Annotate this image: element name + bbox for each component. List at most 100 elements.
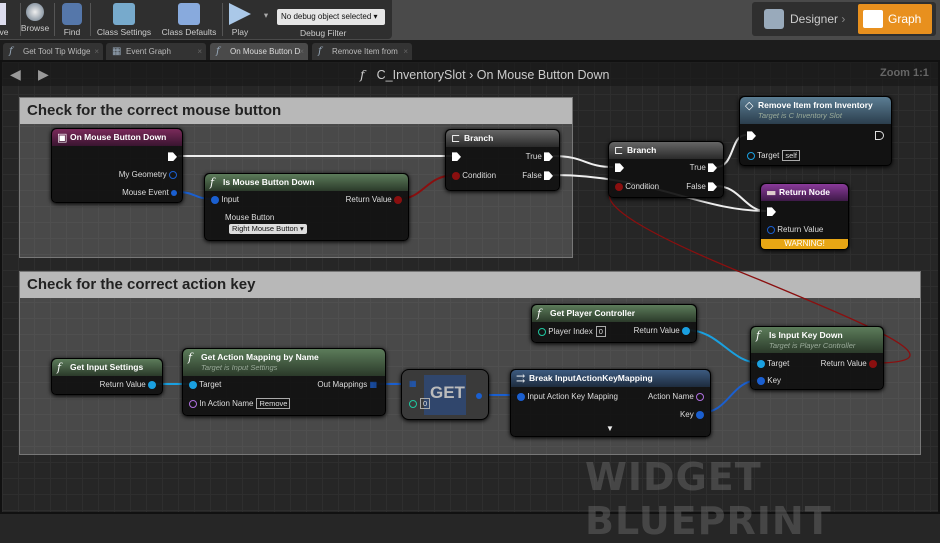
pin-target[interactable]: Target xyxy=(189,380,221,389)
document-tabs: f Get Tool Tip Widge × ▦ Event Graph × f On M… xyxy=(0,40,940,60)
designer-mode-button[interactable]: Designer › xyxy=(760,6,848,32)
pin-player-index[interactable]: Player Index 0 xyxy=(538,326,606,337)
node-branch-2[interactable]: ⊏ Branch True Condition False xyxy=(608,141,724,198)
exec-out-pin[interactable] xyxy=(168,152,177,162)
mouse-button-dropdown[interactable]: Right Mouse Button ▾ xyxy=(229,224,307,234)
node-header: ▣ On Mouse Button Down xyxy=(52,129,182,146)
function-icon: f xyxy=(318,46,322,57)
pin-key[interactable]: Key xyxy=(757,376,781,385)
tab-remove-item-from[interactable]: f Remove Item from × xyxy=(312,43,412,60)
pin-condition[interactable]: Condition xyxy=(615,182,659,191)
function-icon: f xyxy=(210,176,215,189)
back-arrow-icon[interactable]: ◀ xyxy=(10,66,21,83)
pin-return-value[interactable]: Return Value xyxy=(767,225,823,234)
function-icon: f xyxy=(537,307,542,320)
designer-icon xyxy=(764,9,784,29)
node-on-mouse-button-down[interactable]: ▣ On Mouse Button Down My Geometry Mouse … xyxy=(51,128,183,203)
tab-get-tool-tip-widget[interactable]: f Get Tool Tip Widge × xyxy=(3,43,103,60)
pin-key[interactable]: Key xyxy=(680,410,704,419)
node-array-get[interactable]: GET ▦ 0 xyxy=(401,369,489,420)
node-return[interactable]: ▬ Return Node Return Value WARNING! xyxy=(760,183,849,250)
node-is-input-key-down[interactable]: f Is Input Key Down Target is Player Contr… xyxy=(750,326,884,390)
binoculars-icon xyxy=(62,3,82,25)
node-get-player-controller[interactable]: f Get Player Controller Player Index 0 Ret… xyxy=(531,304,697,343)
close-icon[interactable]: × xyxy=(94,43,99,60)
comment-title: Check for the correct mouse button xyxy=(20,98,572,124)
breadcrumb: f C_InventorySlot › On Mouse Button Down xyxy=(360,67,610,82)
node-header: ▬ Return Node xyxy=(761,184,848,201)
exec-out-pin[interactable] xyxy=(875,131,884,141)
pin-action-name[interactable]: Action Name xyxy=(648,392,704,401)
breadcrumb-class[interactable]: C_InventorySlot xyxy=(377,68,466,82)
node-is-mouse-button-down[interactable]: f Is Mouse Button Down Input Return Value… xyxy=(204,173,409,241)
pin-out-mappings[interactable]: Out Mappings ▦ xyxy=(317,380,377,389)
zoom-level: Zoom 1:1 xyxy=(880,67,929,79)
pin-input[interactable]: Input xyxy=(211,195,239,204)
node-remove-item-from-inventory[interactable]: ◇ Remove Item from Inventory Target is C I… xyxy=(739,96,892,166)
play-icon xyxy=(229,3,251,25)
pin-mouse-button-label: Mouse Button xyxy=(225,213,275,222)
node-header: f Get Player Controller xyxy=(532,305,696,322)
exec-in-pin[interactable] xyxy=(452,152,461,162)
function-icon: f xyxy=(188,351,193,364)
expand-chevron-icon[interactable]: ▼ xyxy=(606,424,614,433)
play-options-dropdown[interactable]: ▾ xyxy=(260,10,272,20)
find-button[interactable]: Find xyxy=(58,0,86,39)
exec-in-pin[interactable] xyxy=(615,163,624,173)
pin-target[interactable]: Target xyxy=(757,359,789,368)
pin-condition[interactable]: Condition xyxy=(452,171,496,180)
function-icon: f xyxy=(756,329,761,342)
pin-array[interactable]: ▦ xyxy=(409,379,417,388)
debug-object-select[interactable]: No debug object selected ▾ xyxy=(277,9,385,25)
save-button[interactable]: ve xyxy=(0,0,16,39)
node-break-input-action-key-mapping[interactable]: ⇉ Break InputActionKeyMapping Input Actio… xyxy=(510,369,711,437)
forward-arrow-icon[interactable]: ▶ xyxy=(38,66,49,83)
node-get-input-settings[interactable]: f Get Input Settings Return Value xyxy=(51,358,163,395)
function-icon: f xyxy=(216,46,220,57)
pin-return-value[interactable]: Return Value xyxy=(821,359,877,368)
divider xyxy=(90,3,91,36)
pin-false[interactable]: False xyxy=(686,182,717,192)
function-icon: f xyxy=(57,361,62,374)
pin-return-value[interactable]: Return Value xyxy=(346,195,402,204)
node-get-action-mapping-by-name[interactable]: f Get Action Mapping by Name Target is Inp… xyxy=(182,348,386,416)
comment-title: Check for the correct action key xyxy=(20,272,920,298)
browse-button[interactable]: Browse xyxy=(20,0,50,39)
exec-in-pin[interactable] xyxy=(747,131,756,141)
pin-output[interactable] xyxy=(476,391,482,400)
close-icon[interactable]: × xyxy=(299,43,304,60)
tab-on-mouse-button-down[interactable]: f On Mouse Button D × xyxy=(210,43,308,60)
in-action-name-field[interactable]: Remove xyxy=(256,398,291,409)
tab-event-graph[interactable]: ▦ Event Graph × xyxy=(106,43,206,60)
pin-return-value[interactable]: Return Value xyxy=(634,326,690,335)
node-header: f Get Action Mapping by Name Target is Inp… xyxy=(183,349,385,376)
exec-in-pin[interactable] xyxy=(767,207,776,217)
class-defaults-button[interactable]: Class Defaults xyxy=(158,0,220,39)
gear-icon xyxy=(113,3,135,25)
pin-mouse-event[interactable]: Mouse Event xyxy=(122,188,177,197)
pin-my-geometry[interactable]: My Geometry xyxy=(119,170,177,179)
node-branch-1[interactable]: ⊏ Branch True Condition False xyxy=(445,129,560,191)
pin-true[interactable]: True xyxy=(526,152,553,162)
pin-index[interactable]: 0 xyxy=(409,398,431,409)
class-settings-button[interactable]: Class Settings xyxy=(94,0,154,39)
watermark: WIDGET BLUEPRINT xyxy=(585,455,832,543)
node-header: ⇉ Break InputActionKeyMapping xyxy=(511,370,710,387)
node-header: ◇ Remove Item from Inventory Target is C I… xyxy=(740,97,891,124)
divider xyxy=(222,3,223,36)
pin-return-value[interactable]: Return Value xyxy=(100,380,156,389)
function-icon: f xyxy=(360,67,365,82)
pin-false[interactable]: False xyxy=(522,171,553,181)
warning-badge: WARNING! xyxy=(761,239,848,249)
pin-input-action-key-mapping[interactable]: Input Action Key Mapping xyxy=(517,392,618,401)
break-struct-icon: ⇉ xyxy=(516,372,526,385)
close-icon[interactable]: × xyxy=(403,43,408,60)
pin-target[interactable]: Target self xyxy=(747,150,800,161)
pin-true[interactable]: True xyxy=(690,163,717,173)
play-button[interactable]: Play xyxy=(226,0,254,39)
close-icon[interactable]: × xyxy=(197,43,202,60)
save-icon xyxy=(0,3,6,25)
graph-icon xyxy=(863,10,883,28)
graph-mode-button[interactable]: Graph xyxy=(858,4,932,34)
pin-in-action-name[interactable]: In Action Name Remove xyxy=(189,398,291,409)
